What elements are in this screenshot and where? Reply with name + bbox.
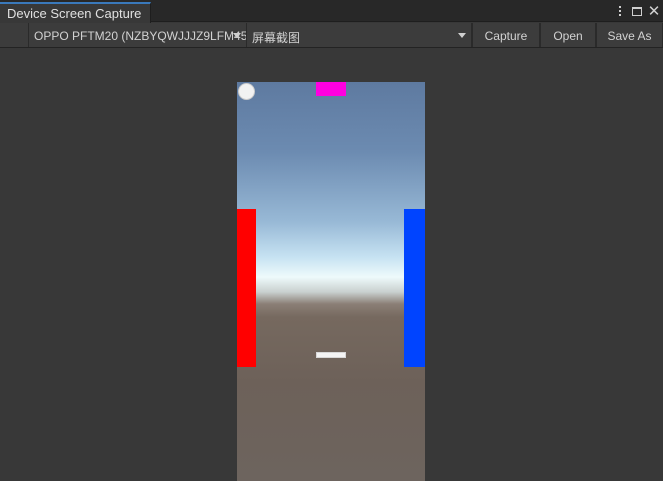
window-tab[interactable]: Device Screen Capture bbox=[0, 2, 151, 23]
open-button-label: Open bbox=[553, 29, 583, 43]
capture-button[interactable]: Capture bbox=[472, 23, 540, 47]
window-controls: ✕ bbox=[614, 3, 660, 19]
center-white-bar bbox=[316, 352, 346, 358]
close-icon[interactable]: ✕ bbox=[648, 4, 661, 19]
top-magenta-block bbox=[316, 82, 346, 96]
capture-button-label: Capture bbox=[484, 29, 528, 43]
game-circle-button bbox=[238, 83, 255, 100]
kebab-menu-icon[interactable] bbox=[614, 4, 626, 18]
toolbar-spacer bbox=[0, 23, 29, 47]
toolbar: OPPO PFTM20 (NZBYQWJJJZ9LFM45) 屏幕截图 Capt… bbox=[0, 23, 663, 48]
window-tab-bar: Device Screen Capture ✕ bbox=[0, 0, 663, 23]
capture-mode-value: 屏幕截图 bbox=[252, 31, 301, 45]
device-screenshot bbox=[237, 82, 425, 481]
save-as-button-label: Save As bbox=[607, 29, 652, 43]
maximize-icon[interactable] bbox=[631, 4, 643, 18]
right-blue-paddle bbox=[404, 209, 425, 367]
capture-mode-dropdown[interactable]: 屏幕截图 bbox=[247, 23, 472, 47]
open-button[interactable]: Open bbox=[540, 23, 596, 47]
chevron-down-icon bbox=[233, 33, 241, 38]
device-dropdown-value: OPPO PFTM20 (NZBYQWJJJZ9LFM45) bbox=[34, 29, 247, 43]
left-red-paddle bbox=[237, 209, 256, 367]
chevron-down-icon bbox=[458, 33, 466, 38]
device-dropdown[interactable]: OPPO PFTM20 (NZBYQWJJJZ9LFM45) bbox=[29, 23, 247, 47]
save-as-button[interactable]: Save As bbox=[596, 23, 663, 47]
window-tab-title: Device Screen Capture bbox=[7, 6, 142, 21]
